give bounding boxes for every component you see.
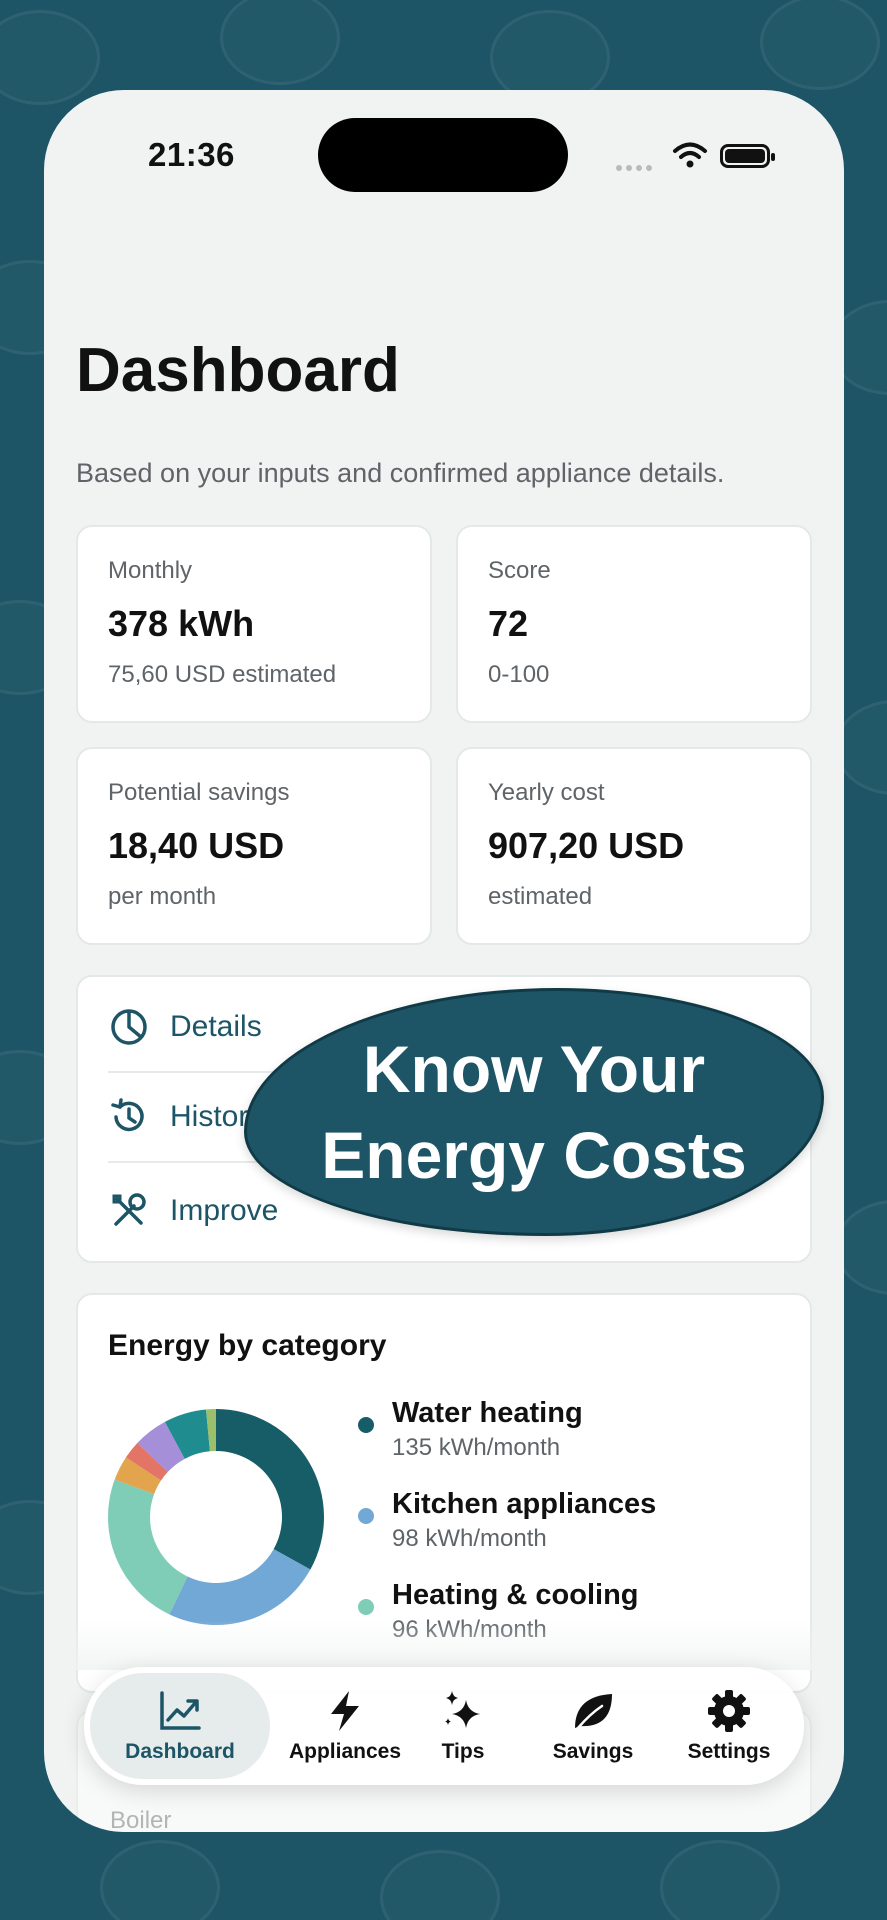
details-link-label: Details: [170, 1010, 262, 1043]
promo-line-1: Know Your: [362, 1032, 706, 1106]
tab-label: Settings: [687, 1740, 771, 1763]
promo-line-2: Energy Costs: [321, 1118, 747, 1192]
tab-settings[interactable]: Settings: [654, 1673, 804, 1779]
tab-bar: Dashboard Appliances Tips Savings Settin…: [84, 1667, 804, 1785]
stat-card-monthly: Monthly 378 kWh 75,60 USD estimated: [76, 525, 432, 723]
tab-dashboard[interactable]: Dashboard: [90, 1673, 270, 1779]
stat-card-potential-savings: Potential savings 18,40 USD per month: [76, 747, 432, 945]
page-title: Dashboard: [76, 336, 400, 405]
tab-appliances[interactable]: Appliances: [270, 1673, 420, 1779]
tools-icon: [112, 1193, 146, 1226]
stat-card-score: Score 72 0-100: [456, 525, 812, 723]
legend-item: Kitchen appliances 98 kWh/month: [358, 1486, 656, 1577]
chart-trend-icon: [160, 1691, 201, 1730]
status-bar: 21:36: [44, 90, 844, 220]
legend-name: Heating & cooling: [392, 1579, 639, 1611]
dynamic-island: [318, 118, 568, 192]
pie-chart-icon: [111, 1009, 147, 1045]
tab-savings[interactable]: Savings: [528, 1673, 658, 1779]
legend-name: Kitchen appliances: [392, 1488, 657, 1520]
stat-sub: 75,60 USD estimated: [108, 661, 337, 688]
tab-label: Appliances: [288, 1740, 402, 1763]
legend-dot: [358, 1508, 374, 1524]
donut-slice-0: [216, 1409, 324, 1570]
stat-value: 907,20 USD: [488, 825, 685, 866]
stat-value: 18,40 USD: [108, 825, 285, 866]
stat-label: Score: [488, 557, 551, 584]
stat-sub: 0-100: [488, 661, 550, 688]
tab-label: Tips: [441, 1740, 485, 1763]
legend-dot: [358, 1599, 374, 1615]
stat-sub: estimated: [488, 883, 593, 910]
stat-card-yearly-cost: Yearly cost 907,20 USD estimated: [456, 747, 812, 945]
gear-icon: [708, 1690, 750, 1732]
tab-label: Savings: [552, 1740, 634, 1763]
battery-icon: [720, 144, 775, 168]
donut-slice-1: [169, 1549, 311, 1625]
legend-value: 98 kWh/month: [392, 1525, 547, 1552]
sparkles-icon: [445, 1691, 480, 1728]
chart-title: Energy by category: [108, 1329, 387, 1362]
stat-sub: per month: [108, 883, 217, 910]
stat-label: Potential savings: [108, 779, 290, 806]
history-icon: [111, 1098, 144, 1132]
cellular-signal-icon: [616, 158, 656, 176]
donut-slice-2: [108, 1479, 188, 1615]
appliance-row-label: Boiler: [110, 1807, 172, 1832]
wifi-icon: [673, 142, 707, 168]
legend-item: Water heating 135 kWh/month: [358, 1395, 656, 1486]
phone-screen: 21:36 Dashboard Based on your inputs and…: [44, 90, 844, 1832]
status-time: 21:36: [148, 136, 235, 173]
legend-dot: [358, 1417, 374, 1433]
tab-tips[interactable]: Tips: [408, 1673, 518, 1779]
page-subtitle: Based on your inputs and confirmed appli…: [76, 458, 725, 488]
stat-value: 378 kWh: [108, 603, 255, 644]
stat-label: Monthly: [108, 557, 193, 584]
legend-name: Water heating: [392, 1397, 583, 1429]
history-link-label: Histor: [170, 1100, 249, 1133]
bolt-icon: [331, 1691, 359, 1731]
scroll-fade: [44, 1620, 844, 1670]
stat-label: Yearly cost: [488, 779, 605, 806]
donut-chart: [108, 1409, 324, 1625]
stat-value: 72: [488, 603, 529, 644]
legend-value: 135 kWh/month: [392, 1434, 561, 1461]
improve-link-label: Improve: [170, 1194, 279, 1227]
tab-label: Dashboard: [125, 1740, 235, 1763]
leaf-icon: [575, 1694, 612, 1730]
